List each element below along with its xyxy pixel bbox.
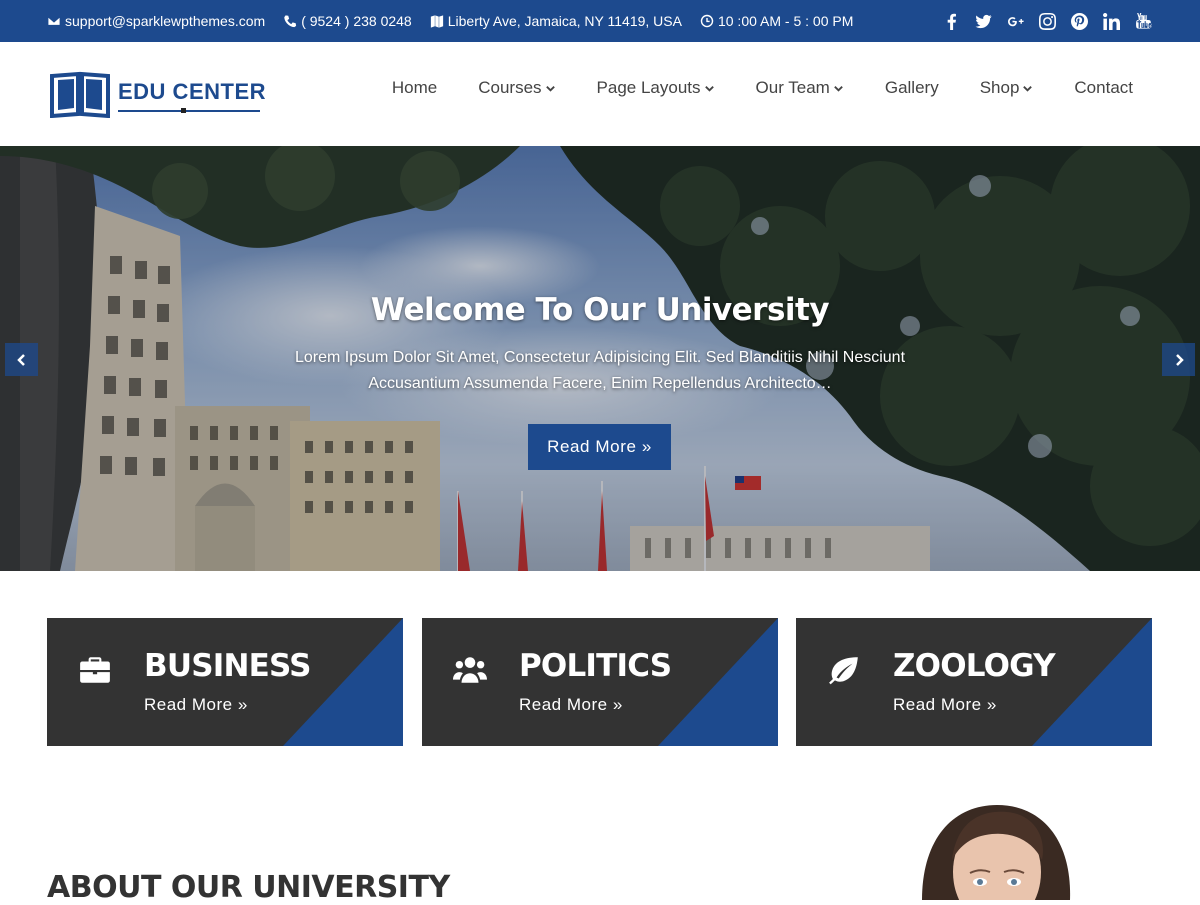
nav-page-layouts-label: Page Layouts [596,78,701,97]
nav-page-layouts[interactable]: Page Layouts [597,78,715,98]
clock-icon [700,14,714,28]
google-plus-icon[interactable] [1006,12,1024,30]
chevron-left-icon [16,353,25,366]
phone-info[interactable]: ( 9524 ) 238 0248 [283,13,412,29]
site-header: EDU CENTER Home Courses Page Layouts Our… [0,42,1200,146]
address-info: Liberty Ave, Jamaica, NY 11419, USA [430,13,682,29]
nav-courses[interactable]: Courses [478,78,555,98]
card-title: BUSINESS [144,648,311,684]
card-read-more-link[interactable]: Read More » [519,695,623,715]
top-bar: support@sparklewpthemes.com ( 9524 ) 238… [0,0,1200,42]
contact-info: support@sparklewpthemes.com ( 9524 ) 238… [47,0,871,42]
linkedin-icon[interactable] [1102,12,1120,30]
email-text: support@sparklewpthemes.com [65,13,266,29]
nav-courses-label: Courses [478,78,542,97]
about-person-image [912,800,1072,900]
nav-home-label: Home [391,78,438,97]
nav-gallery[interactable]: Gallery [885,78,939,98]
hours-text: 10 :00 AM - 5 : 00 PM [717,13,854,29]
card-politics[interactable]: POLITICS Read More » [422,618,778,746]
address-text: Liberty Ave, Jamaica, NY 11419, USA [447,13,682,29]
nav-shop-label: Shop [979,78,1020,97]
chevron-down-icon [834,85,843,92]
chevron-right-icon [1175,353,1184,366]
social-links [928,0,1152,42]
nav-contact-label: Contact [1074,78,1133,97]
chevron-down-icon [1023,85,1033,92]
nav-our-team[interactable]: Our Team [756,78,844,98]
nav-gallery-label: Gallery [884,78,939,97]
card-title: ZOOLOGY [893,648,1056,684]
nav-home[interactable]: Home [392,78,437,98]
slider-next-button[interactable] [1162,343,1195,376]
hero-title: Welcome To Our University [370,292,830,328]
hero-read-more-button[interactable]: Read More » [528,424,671,470]
instagram-icon[interactable] [1038,12,1056,30]
nav-shop[interactable]: Shop [980,78,1034,98]
nav-contact[interactable]: Contact [1074,78,1133,98]
hero-slider: Welcome To Our University Lorem Ipsum Do… [0,146,1200,571]
facebook-icon[interactable] [942,12,960,30]
card-business[interactable]: BUSINESS Read More » [47,618,403,746]
hero-description: Lorem Ipsum Dolor Sit Amet, Consectetur … [294,349,906,392]
nav-our-team-label: Our Team [755,78,830,97]
pinterest-icon[interactable] [1070,12,1088,30]
leaf-icon [827,653,861,687]
logo-underline [118,110,260,112]
briefcase-icon [78,653,112,687]
card-read-more-link[interactable]: Read More » [893,695,997,715]
envelope-icon [47,16,61,26]
card-title: POLITICS [519,648,672,684]
logo-dot [181,108,186,113]
card-read-more-link[interactable]: Read More » [144,695,248,715]
card-zoology[interactable]: ZOOLOGY Read More » [796,618,1152,746]
feature-cards: BUSINESS Read More » POLITICS Read More … [47,618,1153,746]
map-icon [430,15,443,28]
logo-text: EDU CENTER [118,79,267,104]
youtube-icon[interactable] [1134,12,1152,30]
hours-info: 10 :00 AM - 5 : 00 PM [700,13,853,29]
users-icon [453,653,487,687]
twitter-icon[interactable] [974,12,992,30]
site-logo[interactable]: EDU CENTER [50,70,266,118]
book-logo-icon [50,71,110,118]
chevron-down-icon [545,85,555,92]
chevron-down-icon [704,85,714,92]
main-nav: Home Courses Page Layouts Our Team Galle… [392,42,1133,134]
phone-text: ( 9524 ) 238 0248 [301,13,412,29]
card-accent-triangle [658,618,778,746]
phone-icon [284,15,297,28]
slider-prev-button[interactable] [5,343,38,376]
email-info[interactable]: support@sparklewpthemes.com [47,13,265,29]
